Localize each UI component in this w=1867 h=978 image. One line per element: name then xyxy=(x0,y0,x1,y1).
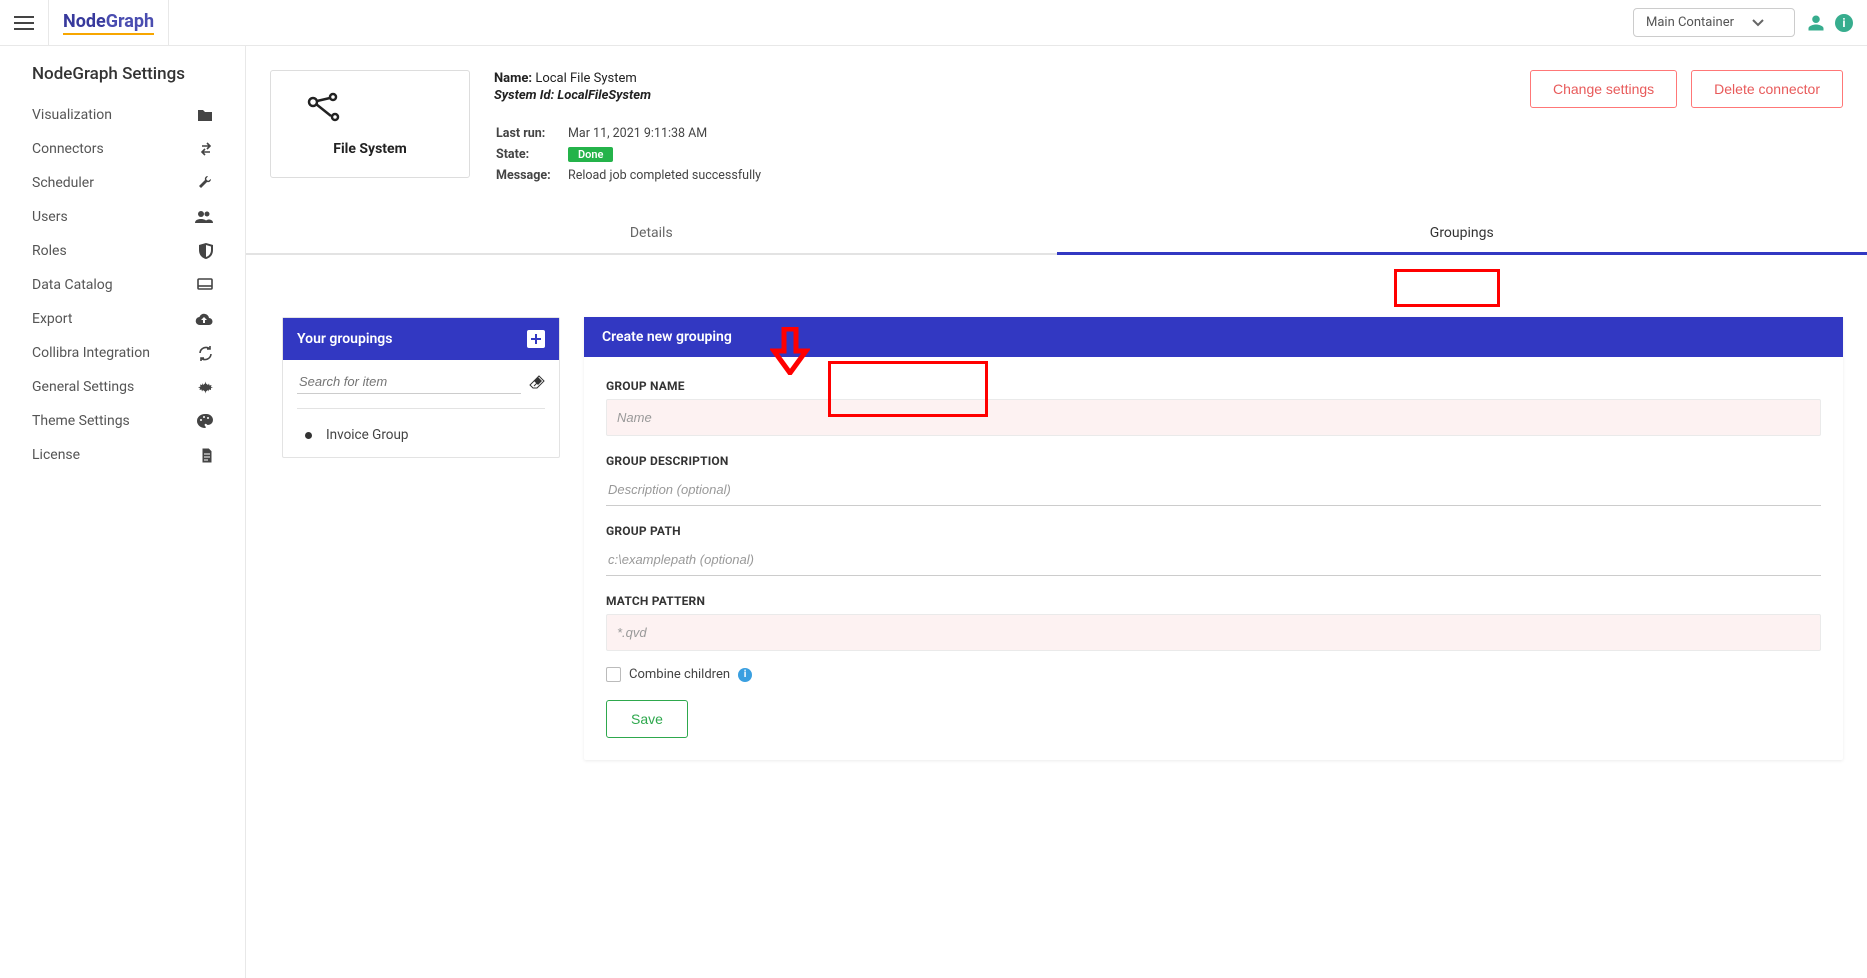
sidebar: NodeGraph Settings Visualization Connect… xyxy=(0,46,246,978)
grouping-item[interactable]: Invoice Group xyxy=(283,419,559,457)
last-run-value: Mar 11, 2021 9:11:38 AM xyxy=(568,124,771,143)
sidebar-item-license[interactable]: License xyxy=(16,438,229,472)
match-pattern-label: MATCH PATTERN xyxy=(606,594,1821,608)
shield-icon xyxy=(199,243,213,259)
search-input[interactable] xyxy=(297,370,521,394)
sidebar-item-label: Export xyxy=(32,311,72,327)
tab-groupings[interactable]: Groupings xyxy=(1057,213,1867,253)
group-desc-label: GROUP DESCRIPTION xyxy=(606,454,1821,468)
sidebar-item-label: Connectors xyxy=(32,141,104,157)
save-button[interactable]: Save xyxy=(606,700,688,738)
create-grouping-title: Create new grouping xyxy=(602,329,732,345)
info-icon[interactable]: i xyxy=(738,668,752,682)
logo[interactable]: NodeGraph xyxy=(48,0,169,46)
sidebar-item-label: Users xyxy=(32,209,68,225)
message-value: Reload job completed successfully xyxy=(568,166,771,185)
grouping-item-label: Invoice Group xyxy=(326,427,408,443)
sidebar-item-label: License xyxy=(32,447,80,463)
file-system-icon xyxy=(299,91,343,131)
group-path-label: GROUP PATH xyxy=(606,524,1821,538)
hamburger-menu-icon[interactable] xyxy=(0,16,48,30)
annotation-arrow-down-icon xyxy=(770,327,810,375)
combine-children-label: Combine children xyxy=(629,667,730,682)
delete-connector-button[interactable]: Delete connector xyxy=(1691,70,1843,108)
plus-icon xyxy=(530,333,542,345)
container-select-label: Main Container xyxy=(1646,15,1734,30)
users-icon xyxy=(195,211,213,223)
sidebar-item-general-settings[interactable]: General Settings xyxy=(16,370,229,404)
sidebar-item-roles[interactable]: Roles xyxy=(16,234,229,268)
group-name-label: GROUP NAME xyxy=(606,379,1821,393)
combine-children-checkbox[interactable] xyxy=(606,667,621,682)
your-groupings-title: Your groupings xyxy=(297,331,392,347)
wrench-icon xyxy=(197,175,213,191)
folder-icon xyxy=(197,108,213,122)
sidebar-item-label: Theme Settings xyxy=(32,413,130,429)
tabs: Details Groupings xyxy=(246,213,1867,255)
bullet-icon xyxy=(305,432,312,439)
sidebar-item-label: Visualization xyxy=(32,107,112,123)
chevron-down-icon xyxy=(1752,19,1764,27)
container-select[interactable]: Main Container xyxy=(1633,8,1795,37)
sidebar-item-label: Collibra Integration xyxy=(32,345,150,361)
main-content: File System Name: Local File System Syst… xyxy=(246,46,1867,978)
tab-details[interactable]: Details xyxy=(246,213,1057,253)
sidebar-item-data-catalog[interactable]: Data Catalog xyxy=(16,268,229,302)
connector-card: File System xyxy=(270,70,470,178)
sidebar-item-label: Scheduler xyxy=(32,175,94,191)
group-path-input[interactable] xyxy=(606,544,1821,576)
cloud-upload-icon xyxy=(195,313,213,326)
sidebar-item-users[interactable]: Users xyxy=(16,200,229,234)
group-desc-input[interactable] xyxy=(606,474,1821,506)
create-grouping-panel: Create new grouping GROUP NAME GROUP DES… xyxy=(584,317,1843,760)
sidebar-item-collibra[interactable]: Collibra Integration xyxy=(16,336,229,370)
eraser-icon[interactable] xyxy=(529,375,545,389)
your-groupings-panel: Your groupings Invoice Group xyxy=(282,317,560,458)
state-badge: Done xyxy=(568,147,613,162)
sidebar-title: NodeGraph Settings xyxy=(32,64,229,84)
sidebar-item-label: General Settings xyxy=(32,379,134,395)
monitor-icon xyxy=(197,278,213,292)
connector-meta: Name: Local File System System Id: Local… xyxy=(494,70,1506,187)
transfer-icon xyxy=(199,142,213,156)
sidebar-item-label: Data Catalog xyxy=(32,277,113,293)
change-settings-button[interactable]: Change settings xyxy=(1530,70,1677,108)
sidebar-item-scheduler[interactable]: Scheduler xyxy=(16,166,229,200)
connector-card-title: File System xyxy=(299,141,441,157)
info-icon[interactable]: i xyxy=(1835,14,1853,32)
document-icon xyxy=(201,448,213,463)
sidebar-item-visualization[interactable]: Visualization xyxy=(16,98,229,132)
user-icon[interactable] xyxy=(1807,14,1825,32)
palette-icon xyxy=(197,414,213,428)
sidebar-item-export[interactable]: Export xyxy=(16,302,229,336)
top-bar: NodeGraph Main Container i xyxy=(0,0,1867,46)
gear-icon xyxy=(198,380,213,395)
add-grouping-button[interactable] xyxy=(527,330,545,348)
sidebar-item-label: Roles xyxy=(32,243,67,259)
match-pattern-input[interactable] xyxy=(606,614,1821,651)
sidebar-item-theme-settings[interactable]: Theme Settings xyxy=(16,404,229,438)
sync-icon xyxy=(198,346,213,361)
group-name-input[interactable] xyxy=(606,399,1821,436)
sidebar-item-connectors[interactable]: Connectors xyxy=(16,132,229,166)
